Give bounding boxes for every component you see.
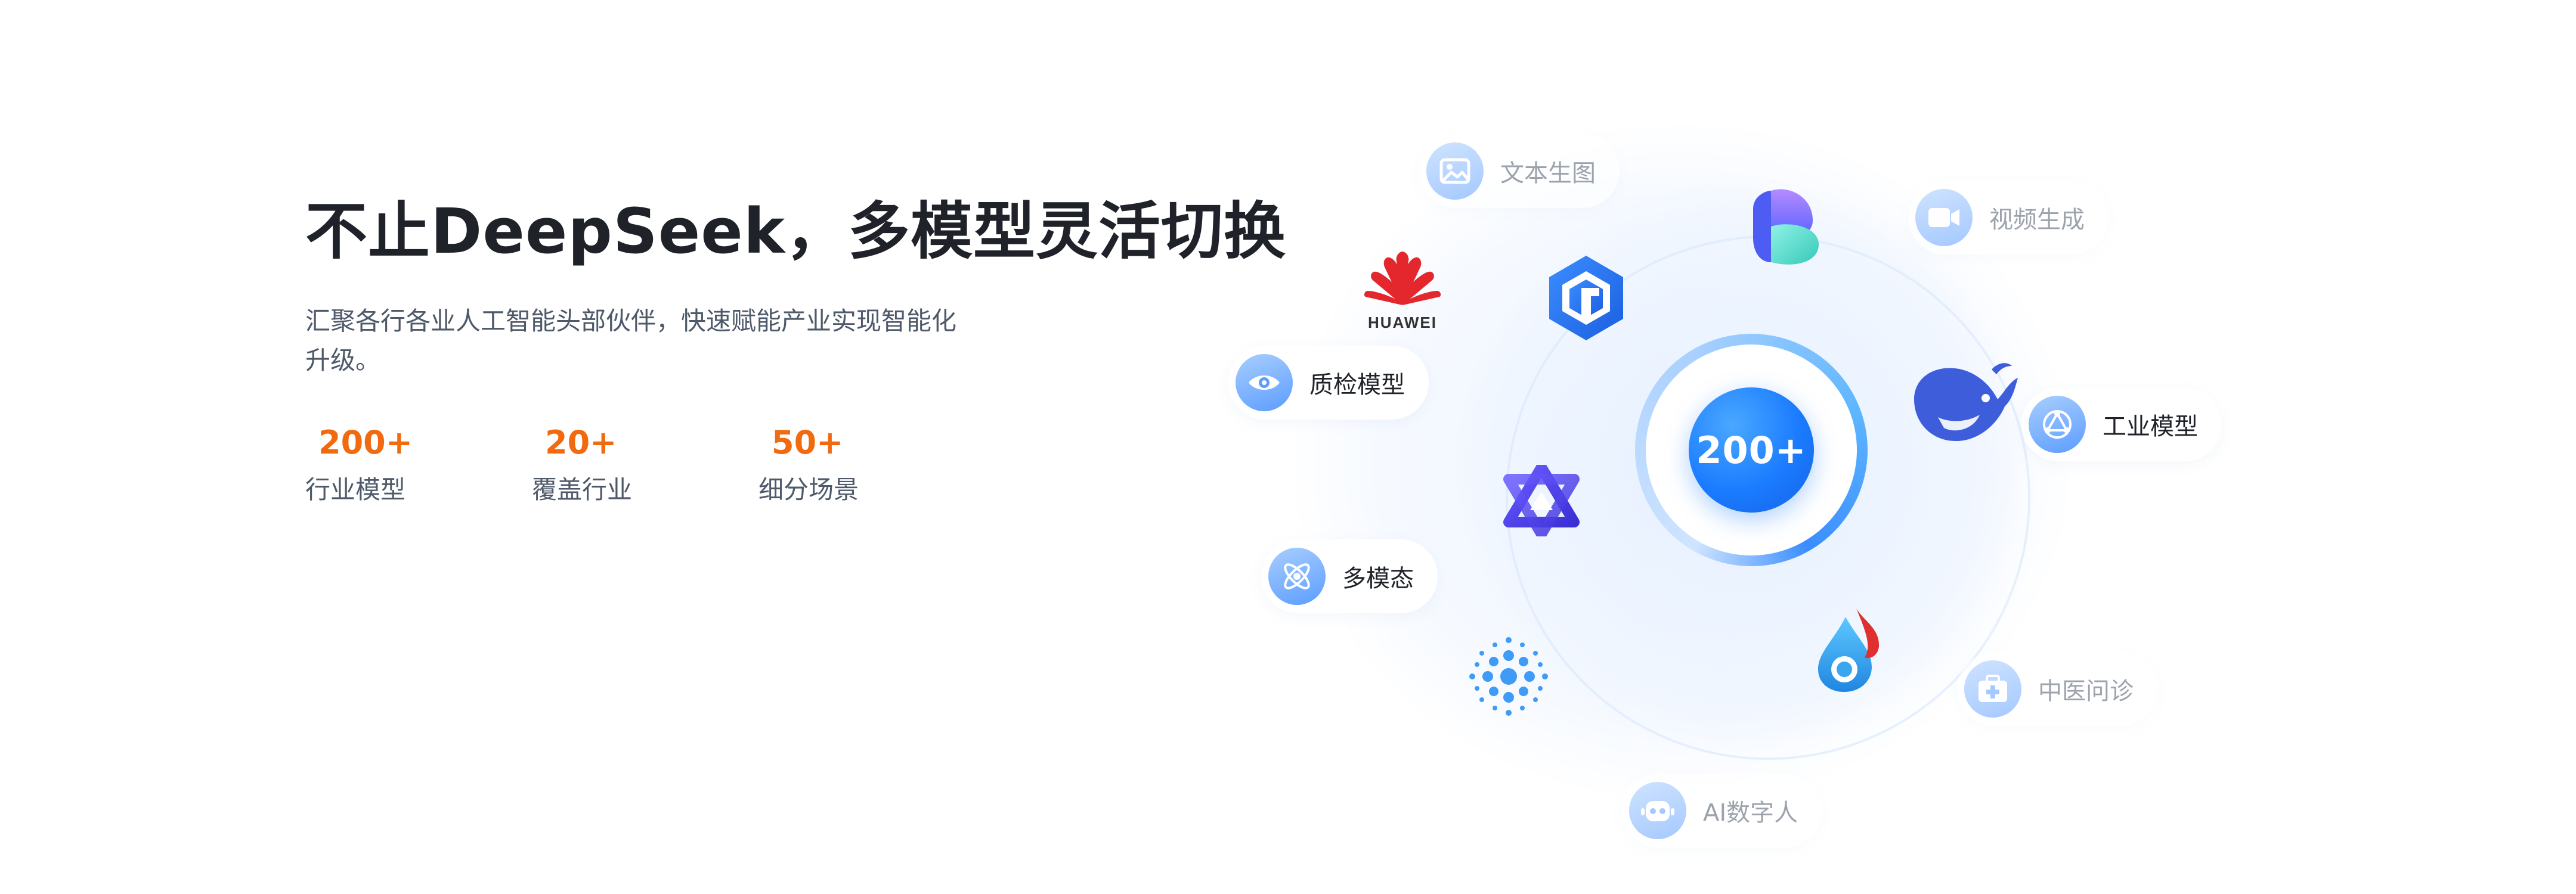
- capability-label: 多模态: [1342, 565, 1414, 592]
- capability-text-to-image[interactable]: 文本生图: [1419, 134, 1620, 208]
- page-title: 不止DeepSeek，多模型灵活切换: [305, 195, 1286, 268]
- intro-block: 不止DeepSeek，多模型灵活切换 汇聚各行各业人工智能头部伙伴，快速赋能产业…: [305, 190, 1286, 529]
- star-brand-logo: [1503, 462, 1580, 539]
- capability-industrial-model[interactable]: 工业模型: [2021, 387, 2222, 461]
- stats-row: 200+ 行业模型 20+ 覆盖行业 50+ 细分场景: [305, 422, 1200, 529]
- whale-brand-logo: [1902, 358, 2021, 449]
- atom-icon: [1268, 548, 1326, 605]
- stat-industries-covered: 20+ 覆盖行业: [532, 422, 687, 508]
- stat-industry-models: 200+ 行业模型: [305, 422, 460, 508]
- stat-label: 行业模型: [305, 475, 406, 504]
- capability-label: 视频生成: [1989, 206, 2085, 234]
- center-value: 200+: [1696, 428, 1807, 472]
- gradient-brand-logo: [1747, 185, 1825, 277]
- medical-kit-icon: [1964, 660, 2021, 718]
- capability-multimodal[interactable]: 多模态: [1261, 539, 1438, 613]
- model-ecosystem-diagram: 200+ 文本生图 视频生成 质检模型 工业模型 多模态 中医问诊 AI数字人 …: [1205, 36, 2266, 894]
- stat-value: 20+: [545, 424, 617, 461]
- capability-tcm-consultation[interactable]: 中医问诊: [1957, 652, 2157, 726]
- capability-label: 文本生图: [1500, 160, 1596, 187]
- stat-scenarios: 50+ 细分场景: [758, 422, 914, 508]
- stat-label: 细分场景: [758, 475, 859, 504]
- dot-cluster-brand-logo: [1464, 632, 1553, 724]
- robot-icon: [1629, 782, 1686, 839]
- huawei-logo: HUAWEI: [1361, 250, 1444, 332]
- capability-ai-digital-human[interactable]: AI数字人: [1622, 774, 1822, 848]
- stat-value: 200+: [318, 424, 413, 461]
- capability-label: 质检模型: [1309, 371, 1405, 399]
- eye-icon: [1236, 354, 1293, 411]
- stat-label: 覆盖行业: [532, 475, 633, 504]
- image-icon: [1426, 142, 1484, 200]
- video-camera-icon: [1915, 189, 1973, 246]
- capability-label: AI数字人: [1703, 799, 1798, 827]
- capability-label: 中医问诊: [2038, 678, 2134, 705]
- network-icon: [2029, 396, 2086, 453]
- capability-label: 工业模型: [2103, 413, 2198, 440]
- model-showcase-section: 不止DeepSeek，多模型灵活切换 汇聚各行各业人工智能头部伙伴，快速赋能产业…: [0, 0, 2576, 894]
- hexagon-brand-logo: [1544, 253, 1628, 345]
- capability-quality-inspection[interactable]: 质检模型: [1228, 346, 1429, 420]
- stat-value: 50+: [772, 424, 844, 461]
- capability-video-generation[interactable]: 视频生成: [1908, 181, 2109, 254]
- center-badge: 200+: [1689, 387, 1814, 513]
- page-subtitle: 汇聚各行各业人工智能头部伙伴，快速赋能产业实现智能化升级。: [305, 306, 957, 375]
- water-drop-brand-logo: [1810, 605, 1887, 697]
- huawei-wordmark: HUAWEI: [1368, 313, 1437, 331]
